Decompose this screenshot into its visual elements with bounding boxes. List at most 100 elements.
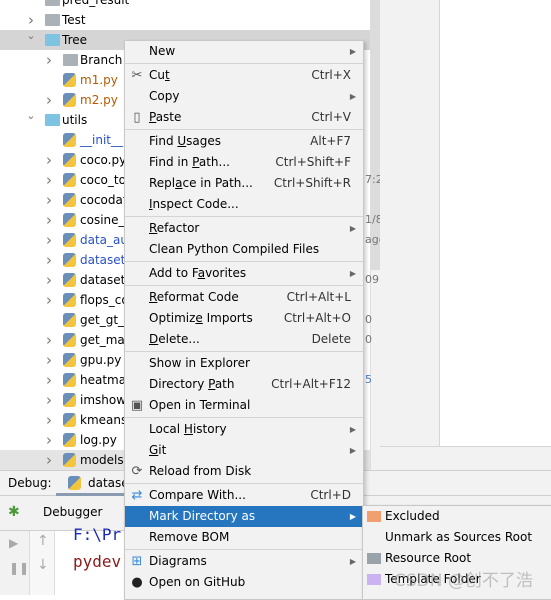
chevron-right-icon[interactable]: › (44, 390, 54, 410)
menu-item-excluded[interactable]: Excluded (363, 506, 551, 527)
menu-item-label: Open in Terminal (149, 398, 251, 412)
tree-row-label: coco.py (80, 153, 127, 167)
menu-item-directory-path[interactable]: Directory PathDirectory PCtrl+Alt+F12 (125, 374, 363, 395)
submenu-arrow-icon: ▶ (349, 446, 356, 455)
menu-item-open-on-github[interactable]: ● Open on GitHub (125, 572, 363, 593)
resume-icon[interactable]: ▶ (9, 536, 18, 550)
menu-item-label: Clean Python Compiled Files (149, 242, 320, 256)
tab-debugger[interactable]: Debugger (43, 505, 102, 519)
column-fragment: 0 (365, 333, 372, 346)
chevron-right-icon[interactable]: › (44, 210, 54, 230)
menu-item-open-in-terminal[interactable]: ▣ Open in Terminal (125, 395, 363, 416)
chevron-down-icon[interactable]: ⌄ (26, 26, 36, 46)
menu-item-shortcut: Ctrl+X (311, 68, 351, 82)
python-file-icon (63, 413, 76, 427)
menu-item-label: Delete... (149, 332, 200, 346)
chevron-right-icon[interactable]: › (44, 330, 54, 350)
tree-row-label: m1.py (80, 73, 118, 87)
menu-item-unmark-as-sources-root[interactable]: Unmark as Sources Root (363, 527, 551, 548)
terminal-icon: ▣ (130, 398, 144, 413)
chevron-right-icon[interactable]: › (44, 150, 54, 170)
chevron-right-icon[interactable]: › (44, 430, 54, 450)
python-file-icon (63, 453, 76, 467)
chevron-down-icon[interactable]: ⌄ (26, 106, 36, 126)
excluded-folder-icon (367, 511, 381, 522)
menu-item-label: Remove BOM (149, 530, 230, 544)
menu-item-find-in-path[interactable]: Find in Path...Find in PCtrl+Shift+F (125, 152, 363, 173)
python-file-icon (63, 193, 76, 207)
menu-item-label: Inspect Code... (149, 197, 239, 211)
status-strip (380, 446, 551, 471)
menu-item-label: Optimize Imports (149, 311, 253, 325)
menu-item-label: Cut (149, 68, 170, 82)
menu-item-shortcut: Ctrl+Alt+F12 (271, 377, 351, 391)
menu-item-optimize-imports[interactable]: Optimize ImportsOptimizeCtrl+Alt+O (125, 308, 363, 329)
menu-item-label: Show in Explorer (149, 356, 250, 370)
menu-item-label: Replace in Path... (149, 176, 253, 190)
tree-row-label: utils (62, 113, 88, 127)
menu-item-replace-in-path[interactable]: Replace in Path...ReplaCtrl+Shift+R (125, 173, 363, 194)
bug-icon[interactable]: ✱ (8, 504, 20, 520)
column-fragment: 09 (365, 273, 379, 286)
chevron-right-icon[interactable]: › (44, 170, 54, 190)
console-line: pydev (73, 552, 122, 571)
menu-item-cut[interactable]: ✂CutCutCtrl+X (125, 65, 363, 86)
scissors-icon: ✂ (131, 68, 143, 83)
menu-item-remove-bom[interactable]: Remove BOM (125, 527, 363, 548)
menu-item-diagrams[interactable]: ⊞ Diagrams ▶ (125, 551, 363, 572)
menu-item-copy[interactable]: Copy ▶ (125, 86, 363, 107)
menu-item-mark-directory-as[interactable]: Mark Directory as ▶ (125, 506, 363, 527)
menu-item-label: Mark Directory as (149, 509, 256, 523)
menu-item-shortcut: Ctrl+Shift+F (275, 155, 351, 169)
chevron-right-icon[interactable]: › (44, 290, 54, 310)
debug-config-tab[interactable]: datase (88, 476, 129, 490)
scrollbar-thumb[interactable] (371, 0, 380, 270)
chevron-right-icon[interactable]: › (44, 250, 54, 270)
menu-item-label: Directory Path (149, 377, 235, 391)
chevron-right-icon[interactable]: › (44, 190, 54, 210)
menu-item-reload-from-disk[interactable]: ⟳ Reload from Disk (125, 461, 363, 482)
tree-row-label: gpu.py (80, 353, 122, 367)
folder-blue-icon (45, 34, 60, 46)
watermark: CSDN @创不了浩 (394, 571, 533, 591)
tree-row-label: Tree (62, 33, 88, 47)
chevron-right-icon[interactable]: › (44, 270, 54, 290)
python-file-icon (63, 373, 76, 387)
menu-item-inspect-code[interactable]: Inspect Code...I (125, 194, 363, 215)
up-arrow-icon[interactable]: ↑ (37, 533, 49, 549)
chevron-right-icon[interactable]: › (44, 90, 54, 110)
tree-row[interactable]: › Test (0, 10, 370, 30)
menu-item-clean-python-compiled-files[interactable]: Clean Python Compiled Files (125, 239, 363, 260)
chevron-right-icon[interactable]: › (44, 50, 54, 70)
chevron-right-icon[interactable]: › (44, 230, 54, 250)
python-file-icon (63, 253, 76, 267)
menu-item-refactor[interactable]: RefactorR▶ (125, 218, 363, 239)
pause-icon[interactable]: ❚❚ (9, 561, 29, 575)
menu-item-reformat-code[interactable]: Reformat CodeRCtrl+Alt+L (125, 287, 363, 308)
submenu-arrow-icon: ▶ (349, 47, 356, 56)
menu-item-new[interactable]: New ▶ (125, 41, 363, 62)
menu-item-label: Reload from Disk (149, 464, 252, 478)
menu-item-find-usages[interactable]: Find UsagesFind UAlt+F7 (125, 131, 363, 152)
menu-item-add-to-favorites[interactable]: Add to FavoritesAdd to Fa▶ (125, 263, 363, 284)
menu-item-shortcut: Delete (311, 332, 351, 346)
chevron-right-icon[interactable]: › (44, 350, 54, 370)
clipboard-icon: ▯ (133, 110, 141, 125)
chevron-right-icon[interactable]: › (44, 450, 54, 470)
python-file-icon (63, 213, 76, 227)
python-file-icon (63, 93, 76, 107)
menu-item-paste[interactable]: ▯PastePCtrl+V (125, 107, 363, 128)
menu-item-git[interactable]: GitG▶ (125, 440, 363, 461)
tree-row[interactable]: pred_result (0, 0, 370, 10)
menu-item-delete[interactable]: Delete...DDelete (125, 329, 363, 350)
menu-item-compare-with[interactable]: ⇄ Compare With... Ctrl+D (125, 485, 363, 506)
menu-separator (125, 549, 363, 550)
menu-item-local-history[interactable]: Local HistoryLocal H▶ (125, 419, 363, 440)
tree-row-label: m2.py (80, 93, 118, 107)
chevron-right-icon[interactable]: › (44, 410, 54, 430)
chevron-right-icon[interactable]: › (44, 370, 54, 390)
python-file-icon (63, 273, 76, 287)
menu-separator (125, 483, 363, 484)
menu-item-show-in-explorer[interactable]: Show in Explorer (125, 353, 363, 374)
down-arrow-icon[interactable]: ↓ (37, 557, 49, 573)
